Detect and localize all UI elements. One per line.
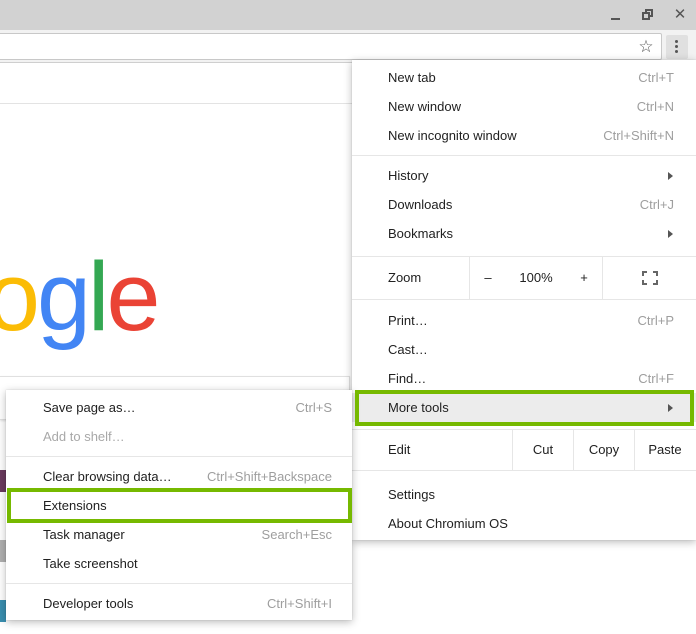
menu-item-print[interactable]: Print… Ctrl+P [352,306,696,335]
menu-item-label: More tools [388,400,449,415]
submenu-arrow-icon [668,172,673,180]
menu-item-label: Save page as… [43,400,136,415]
shortcut-text: Ctrl+P [637,313,674,328]
chrome-menu-button[interactable] [666,35,688,59]
logo-letter-l: l [87,242,109,351]
menu-item-clear-browsing-data[interactable]: Clear browsing data… Ctrl+Shift+Backspac… [6,462,352,491]
cut-button[interactable]: Cut [513,430,573,470]
fullscreen-icon[interactable] [642,271,658,285]
menu-item-save-page-as[interactable]: Save page as… Ctrl+S [6,393,352,422]
shortcut-text: Ctrl+J [639,197,674,212]
menu-item-label: Find… [388,371,427,386]
menu-item-developer-tools[interactable]: Developer tools Ctrl+Shift+I [6,589,352,618]
menu-item-more-tools[interactable]: More tools [352,393,696,422]
browser-toolbar: ☆ [0,30,696,63]
menu-item-label: New window [388,99,461,114]
shortcut-text: Ctrl+Shift+N [603,128,674,143]
menu-item-label: Settings [388,487,435,502]
menu-item-label: New tab [388,70,436,85]
chrome-main-menu: New tab Ctrl+T New window Ctrl+N New inc… [352,60,696,540]
minimize-icon[interactable] [604,4,628,26]
zoom-out-button[interactable]: – [470,257,506,299]
menu-dot [675,45,678,48]
three-dot-menu-icon [675,40,678,43]
more-tools-submenu: Save page as… Ctrl+S Add to shelf… Clear… [6,390,352,620]
menu-item-label: Take screenshot [43,556,138,571]
menu-item-bookmarks[interactable]: Bookmarks [352,219,696,248]
menu-item-label: Extensions [43,498,107,513]
menu-item-about-chromium-os[interactable]: About Chromium OS [352,509,696,538]
google-logo: ogle [0,248,160,345]
menu-item-label: Clear browsing data… [43,469,172,484]
copy-button[interactable]: Copy [574,430,634,470]
restore-icon[interactable] [636,4,660,26]
menu-item-label: New incognito window [388,128,517,143]
title-bar: ✕ [0,0,696,30]
menu-item-label: Task manager [43,527,125,542]
zoom-level: 100% [519,270,553,285]
shortcut-text: Ctrl+T [638,70,674,85]
menu-item-label: History [388,168,429,183]
menu-item-settings[interactable]: Settings [352,480,696,509]
logo-letter-e: e [106,242,160,351]
menu-item-label: Bookmarks [388,226,454,241]
menu-item-extensions[interactable]: Extensions [6,491,352,520]
menu-item-new-incognito-window[interactable]: New incognito window Ctrl+Shift+N [352,121,696,150]
menu-dot [675,50,678,53]
logo-letter-o: o [0,242,40,351]
menu-item-label: Downloads [388,197,453,212]
menu-item-new-tab[interactable]: New tab Ctrl+T [352,63,696,92]
menu-item-cast[interactable]: Cast… [352,335,696,364]
menu-item-label: Cast… [388,342,428,357]
menu-item-label: Developer tools [43,596,134,611]
zoom-in-button[interactable]: + [566,257,602,299]
menu-item-task-manager[interactable]: Task manager Search+Esc [6,520,352,549]
page-divider [0,103,360,104]
shortcut-text: Ctrl+N [636,99,674,114]
paste-button[interactable]: Paste [635,430,695,470]
shortcut-text: Search+Esc [261,527,332,542]
submenu-arrow-icon [668,230,673,238]
edit-label: Edit [388,442,411,457]
menu-item-add-to-shelf: Add to shelf… [6,422,352,451]
shortcut-text: Ctrl+Shift+I [266,596,332,611]
edit-row: Edit Cut Copy Paste [352,430,696,470]
shortcut-text: Ctrl+S [295,400,332,415]
menu-item-downloads[interactable]: Downloads Ctrl+J [352,190,696,219]
menu-item-history[interactable]: History [352,161,696,190]
submenu-arrow-icon [668,404,673,412]
menu-item-label: Print… [388,313,428,328]
menu-item-label: Add to shelf… [43,429,125,444]
zoom-label: Zoom [388,270,422,285]
menu-separator [6,456,352,457]
menu-separator [352,470,696,471]
address-bar[interactable]: ☆ [0,33,662,60]
zoom-row: Zoom – 100% + [352,257,696,299]
menu-separator [352,299,696,300]
bookmark-star-icon[interactable]: ☆ [636,37,656,57]
shortcut-text: Ctrl+F [638,371,674,386]
menu-item-new-window[interactable]: New window Ctrl+N [352,92,696,121]
menu-item-label: About Chromium OS [388,516,508,531]
menu-separator [6,583,352,584]
menu-item-take-screenshot[interactable]: Take screenshot [6,549,352,578]
shortcut-text: Ctrl+Shift+Backspace [206,469,332,484]
close-icon[interactable]: ✕ [668,4,692,26]
menu-item-find[interactable]: Find… Ctrl+F [352,364,696,393]
logo-letter-g: g [36,242,91,351]
menu-separator [352,155,696,156]
divider [602,257,603,299]
